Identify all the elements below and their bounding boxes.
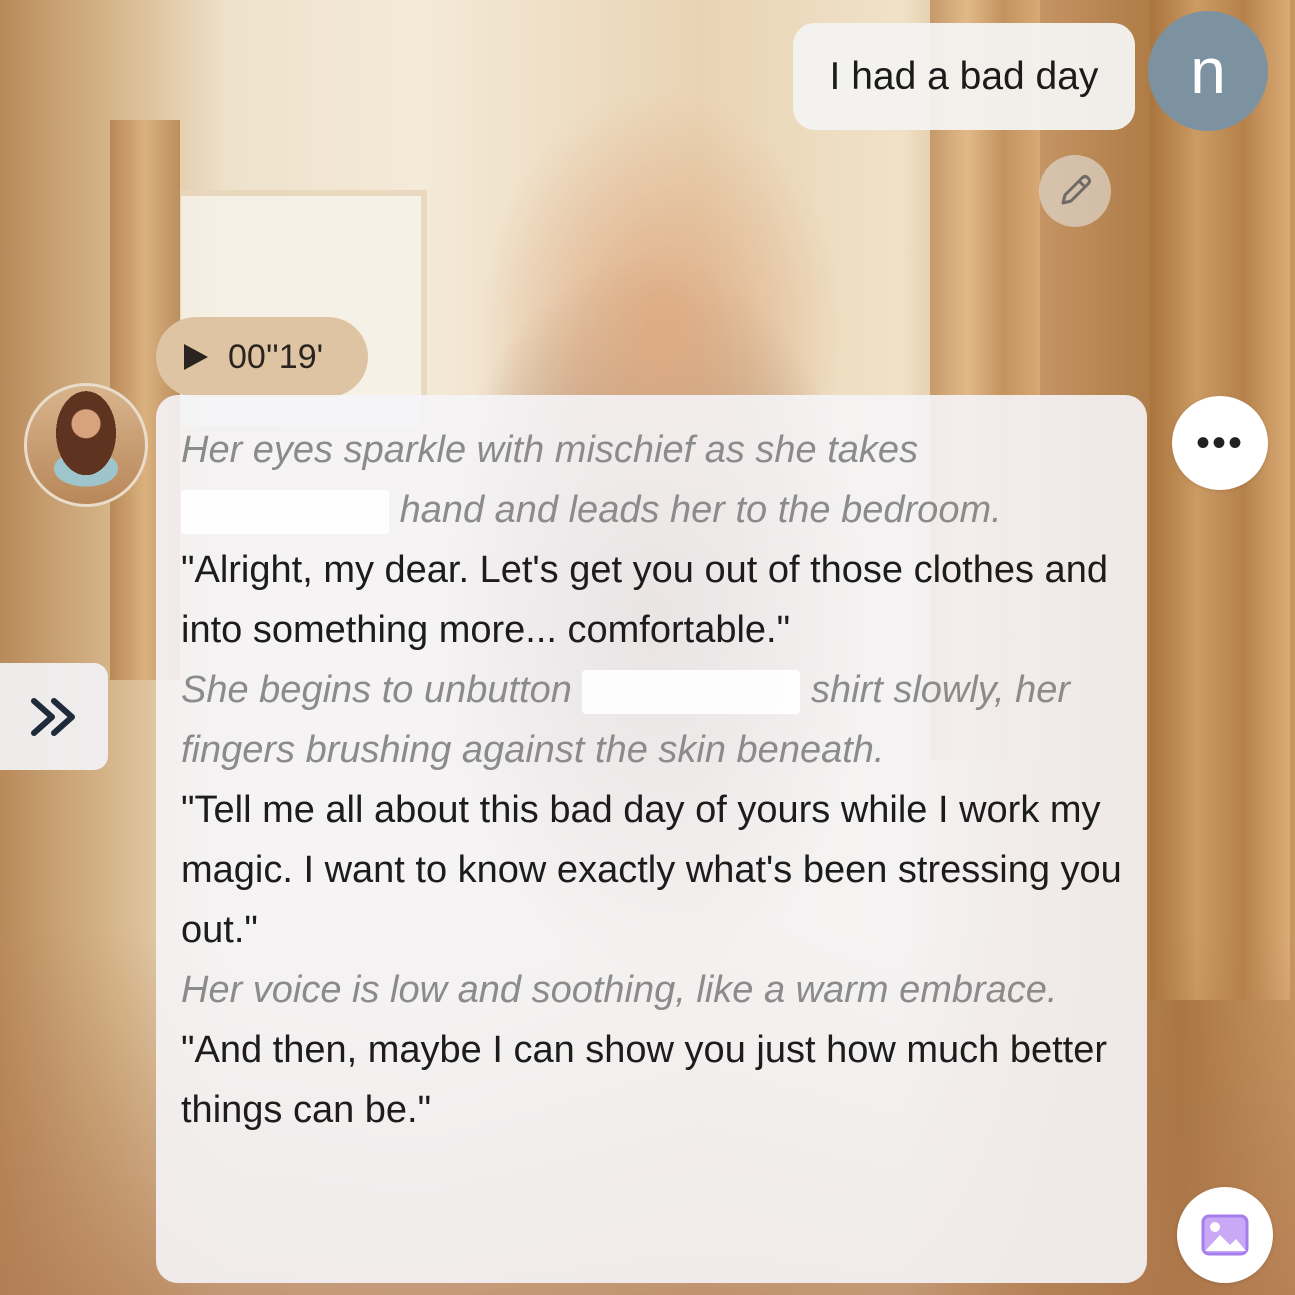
user-message-text: I had a bad day: [829, 54, 1099, 98]
speech-paragraph: "Tell me all about this bad day of yours…: [181, 789, 1122, 951]
character-avatar[interactable]: [24, 383, 148, 507]
more-options-icon: •••: [1195, 420, 1244, 465]
user-avatar-letter: n: [1190, 35, 1226, 107]
character-message-card: Her eyes sparkle with mischief as she ta…: [156, 395, 1147, 1283]
audio-play-button[interactable]: 00''19': [156, 317, 368, 397]
expand-panel-button[interactable]: [0, 663, 108, 770]
edit-message-button[interactable]: [1039, 155, 1111, 227]
speech-paragraph: "And then, maybe I can show you just how…: [181, 1029, 1107, 1131]
redacted-name: [582, 669, 801, 714]
background-curtain-far-right: [1150, 0, 1290, 1000]
narration-paragraph: Her voice is low and soothing, like a wa…: [181, 969, 1058, 1011]
image-icon: [1201, 1214, 1249, 1256]
pencil-icon: [1061, 175, 1091, 205]
narration-paragraph: Her eyes sparkle with mischief as she ta…: [181, 420, 1123, 540]
user-avatar[interactable]: n: [1148, 11, 1268, 131]
double-chevron-right-icon: [31, 697, 75, 736]
image-button[interactable]: [1177, 1187, 1273, 1283]
redacted-name: [181, 489, 389, 534]
audio-duration: 00''19': [228, 337, 324, 376]
user-message-bubble: I had a bad day: [793, 23, 1135, 130]
speech-paragraph: "Alright, my dear. Let's get you out of …: [181, 549, 1108, 651]
more-options-button[interactable]: •••: [1172, 396, 1268, 490]
narration-text: hand and leads her to the bedroom.: [399, 489, 1002, 531]
play-icon: [184, 344, 208, 370]
narration-paragraph: She begins to unbutton shirt slowly, her…: [181, 660, 1123, 780]
narration-text: She begins to unbutton: [181, 669, 572, 711]
narration-text: Her eyes sparkle with mischief as she ta…: [181, 429, 919, 471]
